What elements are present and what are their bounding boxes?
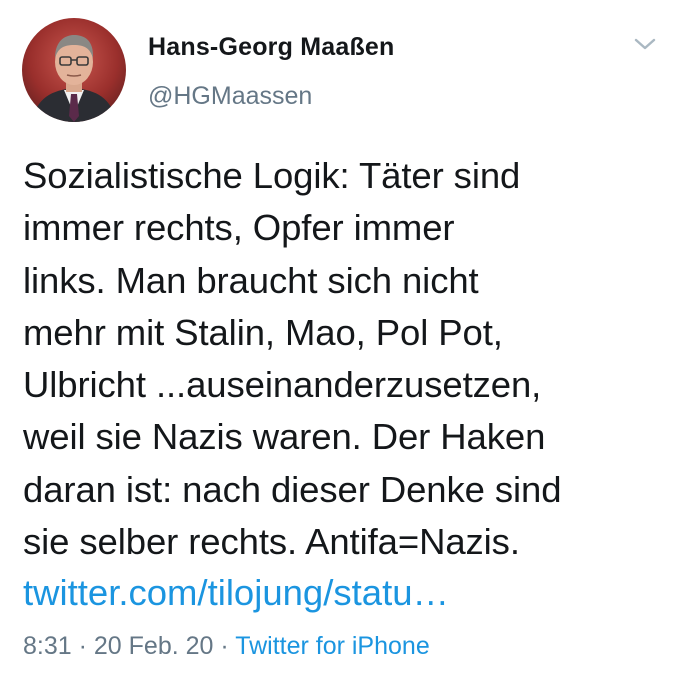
tweet-meta: 8:31 · 20 Feb. 20 · Twitter for iPhone bbox=[23, 630, 430, 662]
tweet-text-line: immer rechts, Opfer immer bbox=[23, 207, 455, 249]
avatar[interactable] bbox=[22, 18, 126, 122]
tweet-source-link[interactable]: Twitter for iPhone bbox=[235, 632, 430, 660]
meta-separator: · bbox=[71, 632, 94, 660]
tweet-text-line: weil sie Nazis waren. Der Haken bbox=[23, 416, 546, 458]
tweet-text-line: Ulbricht ...auseinanderzusetzen, bbox=[23, 364, 542, 406]
tweet-text-line: daran ist: nach dieser Denke sind bbox=[23, 468, 562, 510]
meta-separator: · bbox=[213, 632, 236, 660]
tweet-time[interactable]: 8:31 bbox=[23, 632, 72, 660]
tweet-link[interactable]: twitter.com/tilojung/statu… bbox=[23, 567, 449, 619]
tweet-text-line: mehr mit Stalin, Mao, Pol Pot, bbox=[23, 311, 503, 353]
tweet-text-line: links. Man braucht sich nicht bbox=[23, 259, 479, 301]
author-display-name[interactable]: Hans-Georg Maaßen bbox=[148, 33, 395, 62]
author-handle[interactable]: @HGMaassen bbox=[148, 82, 312, 111]
avatar-image bbox=[22, 18, 126, 122]
tweet-text-line: sie selber rechts. Antifa=Nazis. bbox=[23, 521, 520, 563]
chevron-down-icon[interactable] bbox=[632, 34, 658, 54]
tweet-text-line: Sozialistische Logik: Täter sind bbox=[23, 155, 521, 196]
tweet-text: Sozialistische Logik: Täter sind immer r… bbox=[23, 150, 663, 568]
tweet-card: Hans-Georg Maaßen @HGMaassen Sozialistis… bbox=[0, 0, 677, 680]
tweet-date[interactable]: 20 Feb. 20 bbox=[94, 632, 214, 660]
